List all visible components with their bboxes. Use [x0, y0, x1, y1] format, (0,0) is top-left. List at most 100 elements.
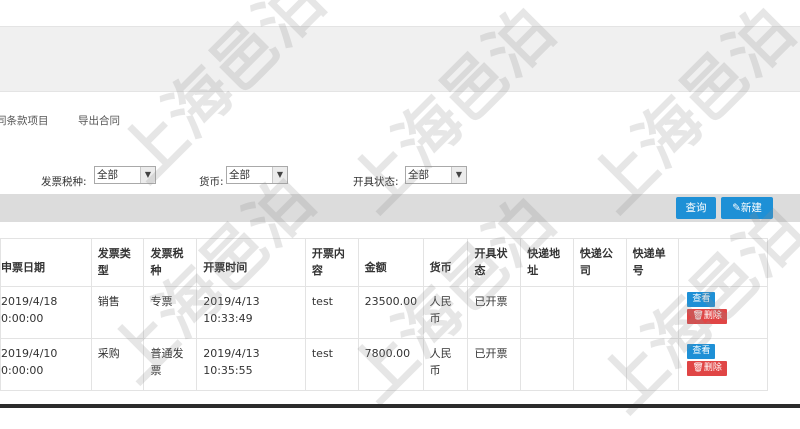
- cell-invoice-type: 采购: [90, 338, 145, 391]
- cell-text: 0:00:00: [1, 312, 44, 325]
- tax-type-select-value: 全部: [97, 169, 118, 181]
- cell-amount: 23500.00: [357, 286, 424, 339]
- filter-label-tax-type: 发票税种:: [41, 176, 87, 188]
- cell-text: 2019/4/10: [1, 347, 58, 360]
- cell-text: 10:33:49: [203, 312, 253, 325]
- header-text: 发票类: [97, 247, 131, 260]
- top-bar: [0, 0, 800, 26]
- cell-invoice-type: 销售: [90, 286, 145, 339]
- header-text: 货币: [429, 261, 452, 274]
- header-issue-status: 开具状态: [467, 238, 522, 287]
- delete-button[interactable]: 🗑删除: [687, 309, 727, 324]
- cell-text: 已开票: [474, 347, 508, 360]
- header-text: 开票时间: [203, 261, 248, 274]
- header-issue-time: 开票时间: [196, 238, 306, 287]
- header-text: 址: [527, 264, 539, 277]
- chevron-down-icon: ▼: [140, 167, 155, 183]
- tax-type-select[interactable]: 全部 ▼: [94, 166, 156, 184]
- toolbar: 查询 ✎新建: [0, 194, 800, 222]
- currency-select-value: 全部: [229, 169, 250, 181]
- cell-text: 人民: [429, 347, 452, 360]
- cell-text: 销售: [97, 295, 120, 308]
- header-amount: 金额: [357, 238, 424, 287]
- cell-tracking-number: [625, 338, 680, 391]
- cell-content: test: [304, 338, 359, 391]
- cell-text: 已开票: [474, 295, 508, 308]
- header-text: 容: [311, 264, 323, 277]
- cell-text: test: [311, 295, 333, 308]
- cell-text: 2019/4/13: [203, 295, 260, 308]
- table-header-row: 申票日期 发票类型 发票税种 开票时间 开票内容 金额 货币 开具状态 快递地址…: [0, 238, 768, 287]
- cell-text: 2019/4/18: [1, 295, 58, 308]
- header-apply-date: 申票日期: [0, 238, 92, 287]
- cell-text: 专票: [150, 295, 173, 308]
- cell-text: 票: [150, 364, 162, 377]
- cell-text: test: [311, 347, 333, 360]
- header-text: 号: [632, 264, 644, 277]
- cell-actions: 查看 🗑删除: [678, 338, 768, 391]
- chevron-down-icon: ▼: [272, 167, 287, 183]
- header-text: 种: [150, 264, 162, 277]
- tab-contract-terms[interactable]: 同条款项目: [0, 113, 49, 128]
- query-button[interactable]: 查询: [676, 197, 716, 219]
- cell-text: 10:35:55: [203, 364, 253, 377]
- cell-text: 普通发: [150, 347, 184, 360]
- bottom-border: [0, 404, 800, 408]
- cell-text: 2019/4/13: [203, 347, 260, 360]
- header-text: 发票税: [150, 247, 184, 260]
- cell-text: 23500.00: [364, 295, 418, 308]
- title-bar: [0, 26, 800, 92]
- cell-delivery-address: [520, 286, 574, 339]
- cell-delivery-address: [520, 338, 574, 391]
- header-text: 快递地: [527, 247, 561, 260]
- cell-issue-time: 2019/4/13 10:35:55: [196, 338, 306, 391]
- issue-status-select[interactable]: 全部 ▼: [405, 166, 467, 184]
- header-text: 金额: [364, 261, 387, 274]
- cell-issue-status: 已开票: [467, 338, 522, 391]
- cell-courier-company: [572, 338, 627, 391]
- chevron-down-icon: ▼: [451, 167, 466, 183]
- header-courier-company: 快递公司: [572, 238, 627, 287]
- cell-text: 币: [429, 364, 441, 377]
- filter-label-issue-status: 开具状态:: [353, 176, 399, 188]
- cell-tax-type: 普通发票: [143, 338, 198, 391]
- pencil-icon: ✎: [732, 202, 741, 214]
- header-actions: [678, 238, 768, 287]
- cell-issue-time: 2019/4/13 10:33:49: [196, 286, 306, 339]
- cell-content: test: [304, 286, 359, 339]
- filter-label-currency: 货币:: [199, 176, 224, 188]
- cell-tracking-number: [625, 286, 680, 339]
- view-button[interactable]: 查看: [687, 292, 716, 307]
- tab-export-contract[interactable]: 导出合同: [78, 113, 120, 128]
- cell-apply-date: 2019/4/10 0:00:00: [0, 338, 92, 391]
- header-currency: 货币: [422, 238, 469, 287]
- header-invoice-type: 发票类型: [90, 238, 145, 287]
- cell-issue-status: 已开票: [467, 286, 522, 339]
- cell-currency: 人民币: [422, 338, 469, 391]
- header-text: 申票日期: [1, 261, 45, 274]
- header-delivery-address: 快递地址: [520, 238, 574, 287]
- cell-tax-type: 专票: [143, 286, 198, 339]
- view-button[interactable]: 查看: [687, 344, 716, 359]
- header-text: 型: [97, 264, 109, 277]
- filter-row: 发票税种: 全部 ▼ 货币: 全部 ▼ 开具状态: 全部 ▼: [0, 160, 800, 188]
- header-tracking-number: 快递单号: [625, 238, 680, 287]
- cell-courier-company: [572, 286, 627, 339]
- cell-actions: 查看 🗑删除: [678, 286, 768, 339]
- trash-icon: 🗑: [692, 363, 704, 373]
- delete-button[interactable]: 🗑删除: [687, 361, 727, 376]
- query-button-label: 查询: [685, 202, 707, 214]
- cell-text: 人民: [429, 295, 452, 308]
- header-text: 快递公: [579, 247, 613, 260]
- currency-select[interactable]: 全部 ▼: [226, 166, 288, 184]
- header-text: 开具状: [474, 247, 508, 260]
- trash-icon: 🗑: [692, 311, 704, 321]
- table-row: 2019/4/10 0:00:00 采购 普通发票 2019/4/13 10:35:…: [0, 338, 768, 391]
- issue-status-select-value: 全部: [408, 169, 429, 181]
- cell-amount: 7800.00: [357, 338, 424, 391]
- cell-text: 币: [429, 312, 441, 325]
- cell-text: 0:00:00: [1, 364, 44, 377]
- delete-button-label: 删除: [703, 363, 722, 373]
- new-button[interactable]: ✎新建: [721, 197, 773, 219]
- header-text: 快递单: [632, 247, 666, 260]
